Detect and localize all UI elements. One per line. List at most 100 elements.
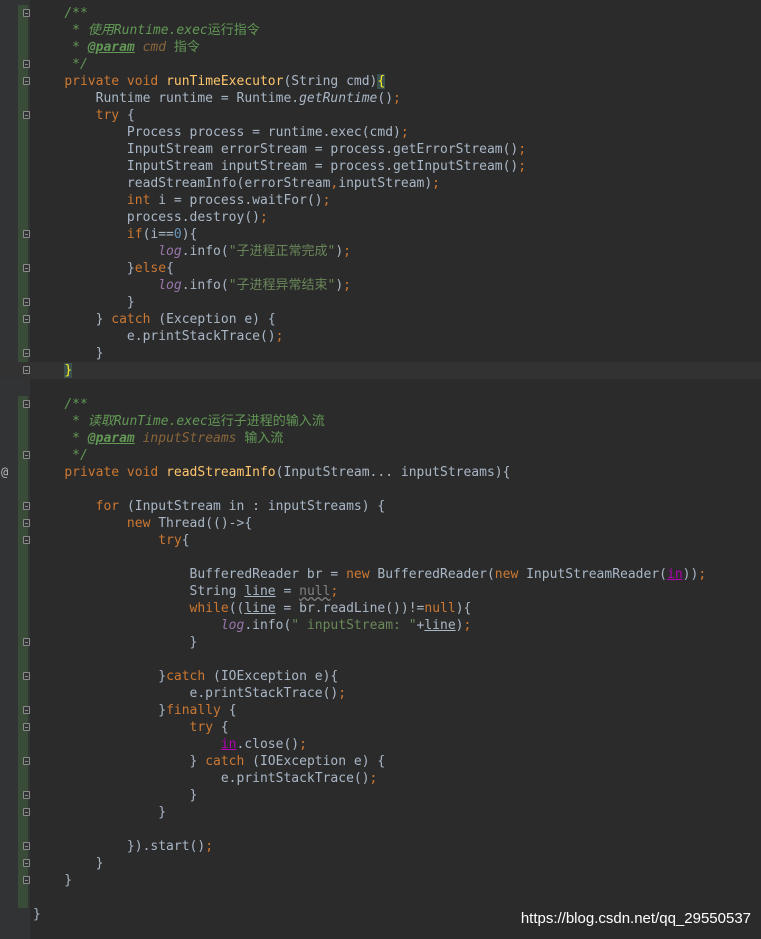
fold-toggle-icon[interactable] (23, 859, 30, 867)
code-token: * 读取 (72, 414, 114, 429)
code-line[interactable]: process.destroy(); (0, 209, 761, 226)
fold-toggle-icon[interactable] (23, 366, 30, 374)
code-line[interactable]: e.printStackTrace(); (0, 770, 761, 787)
code-token: log (158, 244, 182, 259)
code-line[interactable]: int i = process.waitFor(); (0, 192, 761, 209)
fold-toggle-icon[interactable] (23, 230, 30, 238)
code-line[interactable]: * @param cmd 指令 (0, 39, 761, 56)
code-line[interactable]: */ (0, 56, 761, 73)
code-line[interactable]: String line = null; (0, 583, 761, 600)
code-line[interactable]: } (0, 787, 761, 804)
code-token: .close() (236, 737, 300, 752)
code-token: } (33, 703, 167, 718)
code-line[interactable]: e.printStackTrace(); (0, 328, 761, 345)
code-line[interactable] (0, 379, 761, 396)
code-line[interactable]: } (0, 872, 761, 889)
fold-toggle-icon[interactable] (23, 791, 30, 799)
code-text: e.printStackTrace(); (33, 770, 378, 787)
code-line[interactable]: }).start(); (0, 838, 761, 855)
code-line[interactable]: for (InputStream in : inputStreams) { (0, 498, 761, 515)
code-line[interactable]: * 使用Runtime.exec运行指令 (0, 22, 761, 39)
fold-toggle-icon[interactable] (23, 349, 30, 357)
code-token: "子进程正常完成" (228, 244, 336, 259)
code-line[interactable]: try { (0, 719, 761, 736)
code-token: } (64, 363, 73, 378)
code-line[interactable]: } (0, 804, 761, 821)
code-line[interactable] (0, 549, 761, 566)
code-line[interactable]: e.printStackTrace(); (0, 685, 761, 702)
fold-toggle-icon[interactable] (23, 451, 30, 459)
fold-toggle-icon[interactable] (23, 264, 30, 272)
code-line[interactable]: /** (0, 5, 761, 22)
code-line[interactable]: * 读取RunTime.exec运行子进程的输入流 (0, 413, 761, 430)
code-text: } (33, 906, 41, 923)
code-line[interactable]: } catch (Exception e) { (0, 311, 761, 328)
code-token: e.printStackTrace() (33, 686, 339, 701)
code-line[interactable]: } (0, 345, 761, 362)
code-line[interactable]: new Thread(()->{ (0, 515, 761, 532)
code-line[interactable]: } catch (IOException e) { (0, 753, 761, 770)
code-line[interactable] (0, 889, 761, 906)
code-line[interactable]: } (0, 634, 761, 651)
code-line[interactable]: }finally { (0, 702, 761, 719)
code-token: start() (150, 839, 206, 854)
fold-toggle-icon[interactable] (23, 638, 30, 646)
code-line[interactable]: }else{ (0, 260, 761, 277)
code-line[interactable]: Runtime runtime = Runtime.getRuntime(); (0, 90, 761, 107)
fold-toggle-icon[interactable] (23, 315, 30, 323)
code-line[interactable]: } (0, 855, 761, 872)
fold-toggle-icon[interactable] (23, 9, 30, 17)
fold-toggle-icon[interactable] (23, 536, 30, 544)
fold-toggle-icon[interactable] (23, 519, 30, 527)
code-line[interactable]: BufferedReader br = new BufferedReader(n… (0, 566, 761, 583)
code-line[interactable] (0, 651, 761, 668)
code-editor[interactable]: /** * 使用Runtime.exec运行指令 * @param cmd 指令… (0, 0, 761, 939)
code-token: BufferedReader br = (33, 567, 347, 582)
code-token: Process process = runtime.exec(cmd) (33, 125, 401, 140)
code-line[interactable]: * @param inputStreams 输入流 (0, 430, 761, 447)
fold-toggle-icon[interactable] (23, 672, 30, 680)
fold-toggle-icon[interactable] (23, 808, 30, 816)
fold-toggle-icon[interactable] (23, 60, 30, 68)
code-line[interactable]: } (0, 362, 761, 379)
code-line[interactable]: try{ (0, 532, 761, 549)
fold-toggle-icon[interactable] (23, 111, 30, 119)
fold-toggle-icon[interactable] (23, 502, 30, 510)
code-line[interactable]: /** (0, 396, 761, 413)
fold-toggle-icon[interactable] (23, 298, 30, 306)
code-line[interactable]: if(i==0){ (0, 226, 761, 243)
fold-toggle-icon[interactable] (23, 757, 30, 765)
code-token: private void (64, 465, 167, 480)
code-line[interactable]: log.info("子进程正常完成"); (0, 243, 761, 260)
code-line[interactable]: while((line = br.readLine())!=null){ (0, 600, 761, 617)
code-line[interactable]: try { (0, 107, 761, 124)
code-line[interactable] (0, 481, 761, 498)
override-marker-icon[interactable]: @ (1, 464, 8, 481)
fold-toggle-icon[interactable] (23, 706, 30, 714)
fold-toggle-icon[interactable] (23, 77, 30, 85)
code-token: @param (87, 431, 135, 446)
code-line[interactable] (0, 821, 761, 838)
code-line[interactable]: private void runTimeExecutor(String cmd)… (0, 73, 761, 90)
code-token: BufferedReader( (377, 567, 495, 582)
fold-toggle-icon[interactable] (23, 842, 30, 850)
code-line[interactable]: Process process = runtime.exec(cmd); (0, 124, 761, 141)
code-token: .info( (181, 278, 229, 293)
code-line[interactable]: InputStream errorStream = process.getErr… (0, 141, 761, 158)
code-line[interactable]: in.close(); (0, 736, 761, 753)
fold-toggle-icon[interactable] (23, 723, 30, 731)
code-line[interactable]: */ (0, 447, 761, 464)
fold-toggle-icon[interactable] (23, 876, 30, 884)
code-line[interactable]: }catch (IOException e){ (0, 668, 761, 685)
code-line[interactable]: log.info("子进程异常结束"); (0, 277, 761, 294)
code-line[interactable]: InputStream inputStream = process.getInp… (0, 158, 761, 175)
code-line[interactable]: readStreamInfo(errorStream,inputStream); (0, 175, 761, 192)
code-line[interactable]: log.info(" inputStream: "+line); (0, 617, 761, 634)
code-line[interactable]: @ private void readStreamInfo(InputStrea… (0, 464, 761, 481)
code-token: ; (299, 737, 307, 752)
fold-toggle-icon[interactable] (23, 400, 30, 408)
code-token: * (72, 431, 88, 446)
code-line[interactable]: } (0, 294, 761, 311)
code-text: e.printStackTrace(); (33, 328, 284, 345)
